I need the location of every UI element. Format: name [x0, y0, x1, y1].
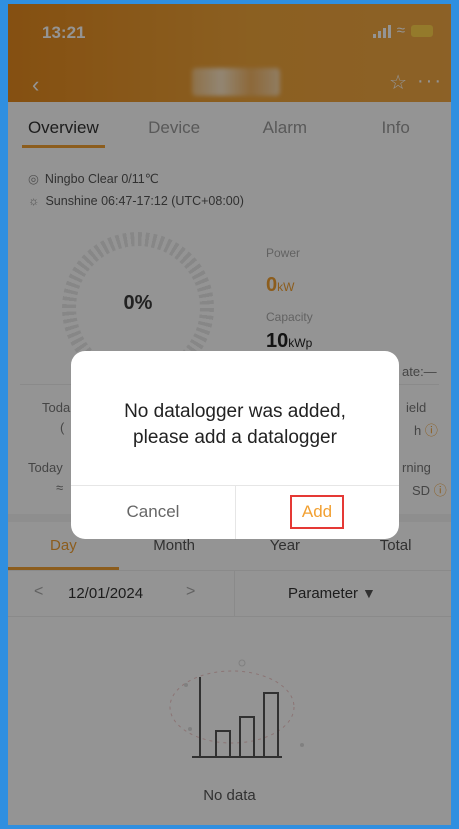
dialog-message: No datalogger was added, please add a da…	[71, 399, 399, 451]
add-datalogger-dialog: No datalogger was added, please add a da…	[71, 351, 399, 539]
add-button[interactable]: Add	[235, 485, 399, 539]
add-button-label: Add	[289, 495, 345, 529]
dialog-message-line1: No datalogger was added,	[124, 401, 346, 422]
app-screen: 13:21 ≈ ‹ ☆ ··· Overview Device Alarm In…	[8, 4, 451, 825]
gauge-percent: 0%	[123, 292, 153, 314]
cancel-button[interactable]: Cancel	[71, 485, 235, 539]
dialog-message-line2: please add a datalogger	[133, 427, 337, 448]
